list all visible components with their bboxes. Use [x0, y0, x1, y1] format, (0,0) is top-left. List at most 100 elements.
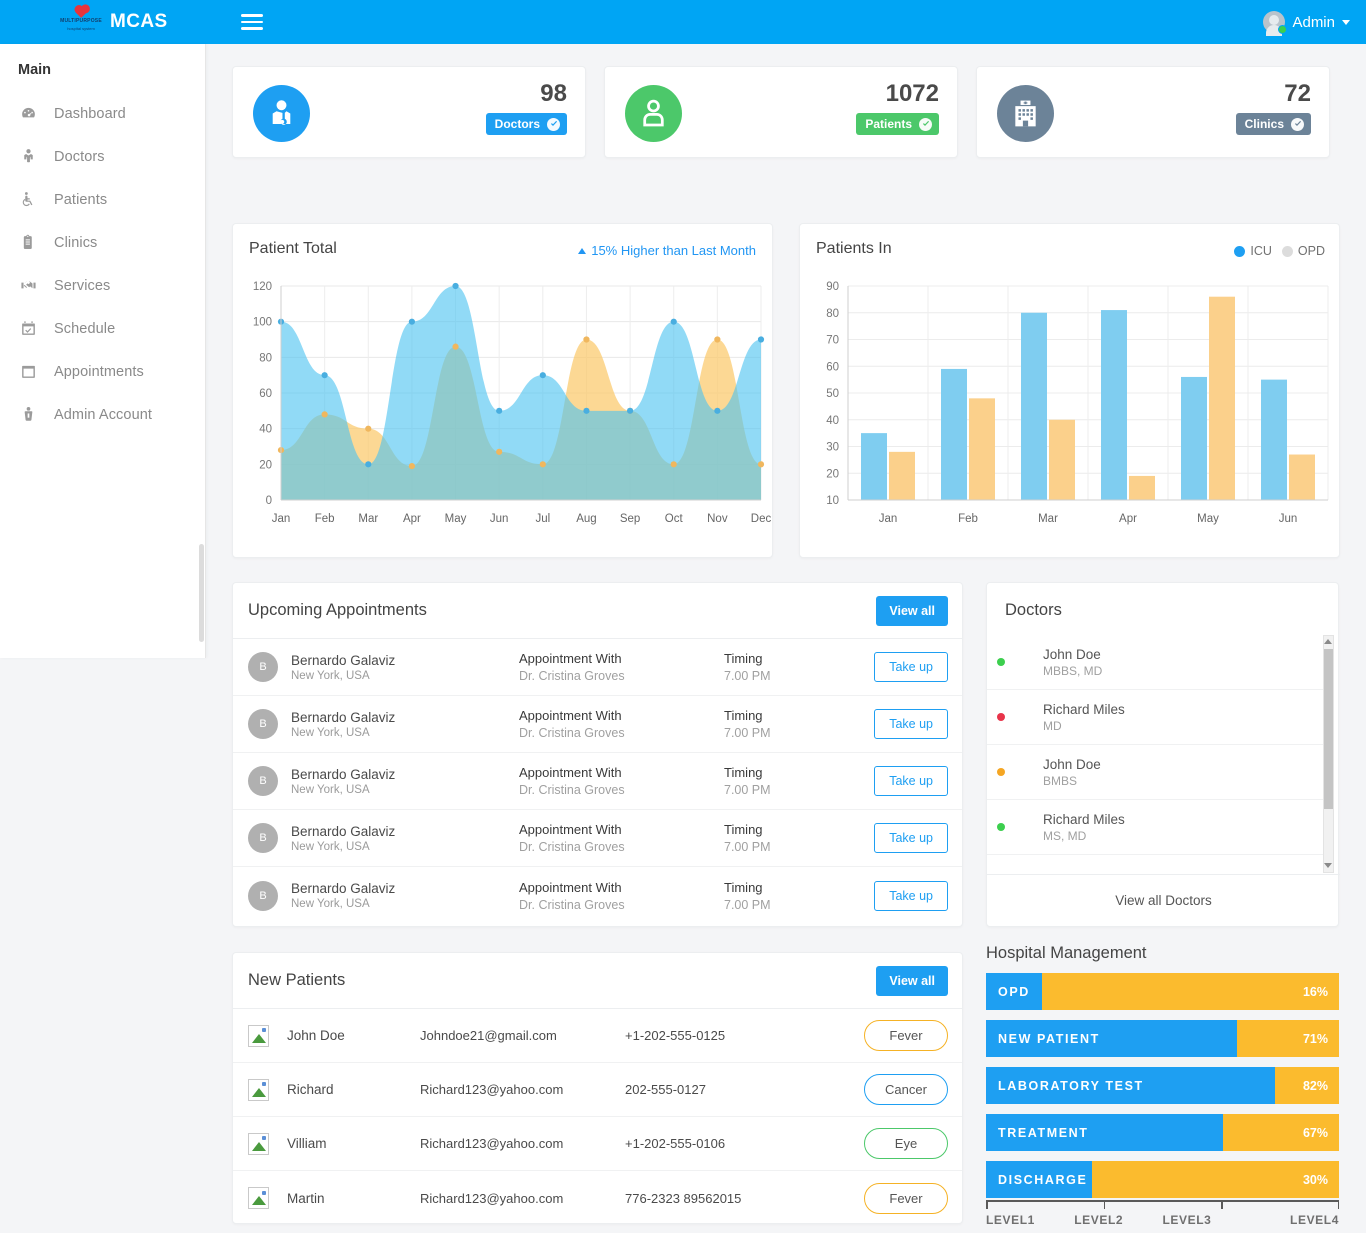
- doctor-avatar-icon: [253, 85, 310, 142]
- doctor-degree: MBBS, MD: [1043, 663, 1103, 678]
- patient-phone: 776-2323 89562015: [625, 1190, 742, 1206]
- appointment-with-label: Appointment With: [519, 765, 622, 780]
- status-dot: [997, 658, 1005, 666]
- bar-percent: 82%: [1302, 1078, 1328, 1093]
- take-up-button[interactable]: Take up: [874, 823, 948, 853]
- bar-percent: 67%: [1302, 1125, 1328, 1140]
- sidebar-item-appointments[interactable]: Appointments: [0, 350, 205, 393]
- view-all-doctors-link[interactable]: View all Doctors: [987, 874, 1340, 926]
- patient-location: New York, USA: [291, 783, 370, 796]
- take-up-button[interactable]: Take up: [874, 652, 948, 682]
- hospital-logo-icon: MULTIPURPOSE hospital system: [60, 5, 102, 37]
- avatar: B: [248, 652, 278, 682]
- take-up-button[interactable]: Take up: [874, 709, 948, 739]
- doctor-name: Richard Miles: [1043, 811, 1125, 827]
- status-dot: [997, 768, 1005, 776]
- svg-text:Sep: Sep: [620, 513, 640, 525]
- patient-phone: +1-202-555-0125: [625, 1028, 726, 1043]
- svg-text:80: 80: [259, 352, 272, 364]
- sidebar-item-admin-account[interactable]: Admin Account: [0, 393, 205, 436]
- condition-badge[interactable]: Cancer: [864, 1074, 948, 1105]
- stat-cards-row: 98 Doctors 1072 Patients 72 Clinics: [232, 66, 1330, 158]
- sidebar-item-clinics[interactable]: Clinics: [0, 221, 205, 264]
- stat-values: 72 Clinics: [1235, 80, 1311, 136]
- view-all-patients-button[interactable]: View all: [876, 965, 948, 996]
- appointment-row: B Bernardo Galaviz New York, USA Appointmen…: [233, 696, 962, 753]
- condition-badge[interactable]: Fever: [864, 1182, 948, 1214]
- calendar-check-icon: [18, 319, 38, 339]
- svg-text:Feb: Feb: [315, 513, 335, 525]
- appointments-list: B Bernardo Galaviz New York, USA Appointmen…: [233, 639, 962, 924]
- doctor-icon: [18, 147, 38, 167]
- bar-label: NEW PATIENT: [998, 1031, 1100, 1046]
- condition-badge[interactable]: Eye: [864, 1128, 948, 1159]
- stat-card-clinics[interactable]: 72 Clinics: [976, 66, 1330, 158]
- sidebar-scrollbar[interactable]: [199, 544, 204, 642]
- doctor-row[interactable]: Richard Miles MS, MD: [987, 800, 1326, 855]
- patient-name: Martin: [287, 1190, 325, 1206]
- upcoming-appointments-panel: Upcoming Appointments View all B Bernardo…: [232, 582, 963, 927]
- check-icon: [919, 117, 932, 131]
- sidebar-item-dashboard[interactable]: Dashboard: [0, 92, 205, 135]
- view-all-appointments-button[interactable]: View all: [876, 595, 948, 626]
- avatar: [1263, 11, 1288, 36]
- chevron-down-icon[interactable]: [1342, 19, 1350, 25]
- level-label: LEVEL4: [1290, 1213, 1339, 1227]
- hamburger-menu-icon[interactable]: [240, 10, 263, 34]
- doctors-list: John Doe MBBS, MD Richard Miles MD John Doe B…: [987, 635, 1340, 875]
- sidebar-item-patients[interactable]: Patients: [0, 178, 205, 221]
- legend-dot-icu: [1234, 245, 1246, 257]
- stat-value: 98: [540, 80, 567, 107]
- status-badge[interactable]: Clinics: [1235, 113, 1311, 136]
- doctor-row[interactable]: John Doe BMBS: [987, 745, 1326, 800]
- admin-account-menu[interactable]: Admin: [1263, 0, 1350, 44]
- svg-text:Mar: Mar: [1038, 513, 1058, 525]
- sidebar-nav-list: Dashboard Doctors Patients Clinics Servi…: [0, 92, 205, 436]
- take-up-button[interactable]: Take up: [874, 880, 948, 911]
- sidebar-item-services[interactable]: Services: [0, 264, 205, 307]
- take-up-button[interactable]: Take up: [874, 766, 948, 796]
- app-logo[interactable]: MULTIPURPOSE hospital system MCAS: [60, 5, 168, 37]
- sidebar-item-label: Schedule: [54, 320, 116, 337]
- patient-name: Bernardo Galaviz: [291, 881, 396, 896]
- doctor-degree: BMBS: [1043, 773, 1078, 788]
- svg-text:Jun: Jun: [1279, 513, 1298, 525]
- doctor-row[interactable]: Richard Miles MD: [987, 690, 1326, 745]
- calendar-icon: [18, 362, 38, 382]
- timing-value: 7.00 PM: [724, 897, 771, 912]
- sidebar-item-label: Clinics: [54, 234, 98, 251]
- stat-card-patients[interactable]: 1072 Patients: [604, 66, 958, 158]
- level-label: LEVEL3: [1162, 1213, 1212, 1227]
- svg-text:20: 20: [259, 459, 272, 471]
- sidebar-item-schedule[interactable]: Schedule: [0, 307, 205, 350]
- doctors-scrollbar-thumb[interactable]: [1324, 649, 1333, 809]
- svg-text:Dec: Dec: [751, 513, 772, 525]
- appointment-with-label: Appointment With: [519, 651, 622, 666]
- scroll-up-arrow-icon[interactable]: [1324, 639, 1332, 644]
- stat-value: 72: [1284, 80, 1311, 107]
- patient-email: Richard123@yahoo.com: [420, 1082, 564, 1097]
- doctor-row[interactable]: John Doe: [987, 855, 1326, 876]
- doctor-row[interactable]: John Doe MBBS, MD: [987, 635, 1326, 690]
- bar-percent: 30%: [1302, 1172, 1328, 1187]
- broken-image-icon: [248, 1187, 269, 1209]
- stat-card-doctors[interactable]: 98 Doctors: [232, 66, 586, 158]
- scroll-down-arrow-icon[interactable]: [1324, 863, 1332, 868]
- condition-badge[interactable]: Fever: [864, 1020, 948, 1051]
- level-labels: LEVEL1 LEVEL2 LEVEL3 LEVEL4: [986, 1213, 1339, 1227]
- patient-row: Richard Richard123@yahoo.com 202-555-0127 C…: [233, 1063, 962, 1117]
- status-badge[interactable]: Doctors: [485, 113, 567, 136]
- stat-value: 1072: [885, 80, 939, 107]
- doctor-name: Dr. Cristina Groves: [519, 726, 625, 740]
- patient-email: Richard123@yahoo.com: [420, 1190, 564, 1206]
- doctor-name: John Doe: [1043, 646, 1101, 662]
- sidebar-item-doctors[interactable]: Doctors: [0, 135, 205, 178]
- patient-name: Bernardo Galaviz: [291, 652, 396, 668]
- status-badge[interactable]: Patients: [856, 113, 939, 136]
- legend-item-opd[interactable]: OPD: [1281, 244, 1325, 258]
- chart-title: Patients In: [816, 240, 892, 257]
- legend-item-icu[interactable]: ICU: [1234, 244, 1272, 258]
- panel-header: Upcoming Appointments View all: [233, 583, 962, 639]
- patients-in-chart-card: Patients In ICU OPD 10 20 30 40 50 60 70 80 90 Ja…: [799, 223, 1340, 558]
- patient-name: Bernardo Galaviz: [291, 766, 396, 782]
